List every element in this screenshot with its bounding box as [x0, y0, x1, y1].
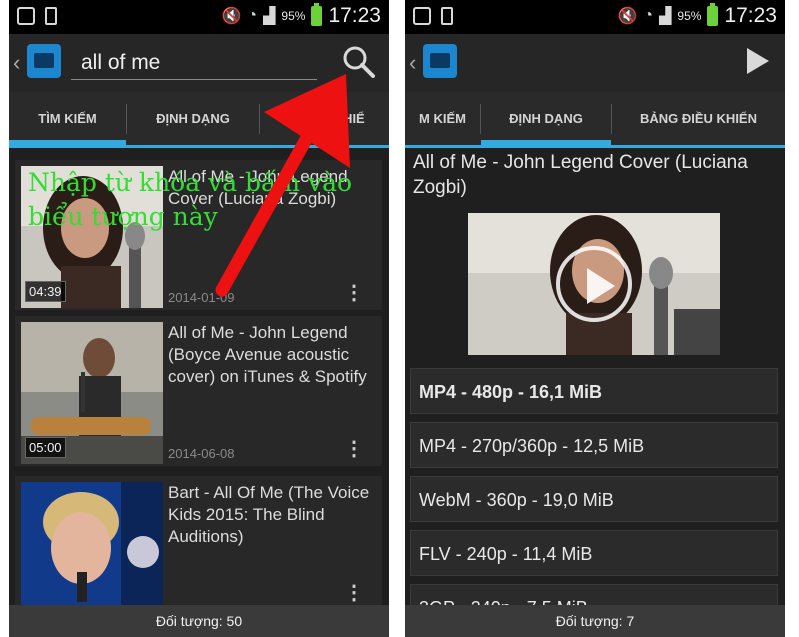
- left-phone-screen: 🔇 ◔ ▟ 95% 17:23 ‹ TÌM KIẾM ĐỊNH DẠNG ĐIỀ…: [9, 0, 389, 637]
- gallery-notification-icon: [413, 7, 431, 25]
- mute-icon: 🔇: [221, 8, 242, 25]
- video-preview[interactable]: [468, 213, 720, 355]
- tab-bar: M KIẾM ĐỊNH DẠNG BẢNG ĐIỀU KHIỂN: [405, 92, 785, 148]
- list-item[interactable]: 05:00 All of Me - John Legend (Boyce Ave…: [15, 316, 382, 466]
- device-notification-icon: [441, 7, 453, 25]
- search-input[interactable]: [71, 46, 317, 80]
- result-title[interactable]: All of Me - John Legend (Boyce Avenue ac…: [168, 322, 378, 388]
- battery-percent: 95%: [281, 9, 306, 23]
- result-date: 2014-01-09: [168, 290, 235, 305]
- tab-divider: [259, 104, 260, 134]
- gallery-notification-icon: [17, 7, 35, 25]
- overflow-menu-icon[interactable]: ⋮: [344, 280, 364, 305]
- video-thumbnail[interactable]: 05:00: [21, 322, 163, 464]
- action-bar: ‹: [9, 34, 389, 92]
- app-logo-icon[interactable]: [27, 44, 61, 78]
- play-icon[interactable]: [556, 246, 632, 322]
- search-icon[interactable]: [341, 44, 377, 80]
- clock: 17:23: [328, 4, 381, 27]
- device-notification-icon: [45, 7, 57, 25]
- play-icon[interactable]: [747, 48, 769, 74]
- overflow-menu-icon[interactable]: ⋮: [344, 436, 364, 461]
- list-item[interactable]: Bart - All Of Me (The Voice Kids 2015: T…: [15, 476, 382, 624]
- mute-icon: 🔇: [617, 8, 638, 25]
- clock: 17:23: [724, 4, 777, 27]
- battery-icon: [311, 3, 323, 26]
- format-option[interactable]: MP4 - 270p/360p - 12,5 MiB: [410, 422, 778, 468]
- video-thumbnail[interactable]: [21, 482, 163, 624]
- status-bar: 🔇 ◔ ▟ 95% 17:23: [405, 0, 785, 34]
- format-option[interactable]: MP4 - 480p - 16,1 MiB: [410, 368, 778, 414]
- signal-icon: ▟: [659, 8, 672, 25]
- video-title: All of Me - John Legend Cover (Luciana Z…: [413, 152, 748, 198]
- battery-icon: [707, 3, 719, 26]
- status-bar: 🔇 ◔ ▟ 95% 17:23: [9, 0, 389, 34]
- duration-badge: 05:00: [25, 437, 66, 458]
- action-bar: ‹: [405, 34, 785, 92]
- instruction-annotation: Nhập từ khóa và bấm vào biểu tượng này: [28, 168, 353, 231]
- signal-icon: ▟: [263, 8, 276, 25]
- wifi-icon: ◔: [247, 7, 258, 24]
- tab-format[interactable]: ĐỊNH DẠNG: [481, 92, 611, 145]
- tab-format[interactable]: ĐỊNH DẠNG: [127, 92, 259, 145]
- tab-control-panel[interactable]: ĐIỀU KHIỂ: [299, 92, 389, 145]
- item-count-bar: Đối tượng: 7: [405, 605, 785, 637]
- duration-badge: 04:39: [25, 281, 66, 302]
- tab-bar: TÌM KIẾM ĐỊNH DẠNG ĐIỀU KHIỂ: [9, 92, 389, 148]
- result-title[interactable]: Bart - All Of Me (The Voice Kids 2015: T…: [168, 482, 378, 548]
- format-option[interactable]: WebM - 360p - 19,0 MiB: [410, 476, 778, 522]
- wifi-icon: ◔: [643, 7, 654, 24]
- item-count-bar: Đối tượng: 50: [9, 605, 389, 637]
- right-phone-screen: 🔇 ◔ ▟ 95% 17:23 ‹ M KIẾM ĐỊNH DẠNG BẢNG …: [405, 0, 785, 637]
- tab-control-panel[interactable]: BẢNG ĐIỀU KHIỂN: [612, 92, 785, 145]
- format-option[interactable]: FLV - 240p - 11,4 MiB: [410, 530, 778, 576]
- result-date: 2014-06-08: [168, 446, 235, 461]
- back-caret-icon[interactable]: ‹: [13, 50, 20, 76]
- tab-search[interactable]: M KIẾM: [405, 92, 480, 145]
- back-caret-icon[interactable]: ‹: [409, 50, 416, 76]
- battery-percent: 95%: [677, 9, 702, 23]
- overflow-menu-icon[interactable]: ⋮: [344, 580, 364, 605]
- tab-search[interactable]: TÌM KIẾM: [9, 92, 126, 145]
- app-logo-icon[interactable]: [423, 44, 457, 78]
